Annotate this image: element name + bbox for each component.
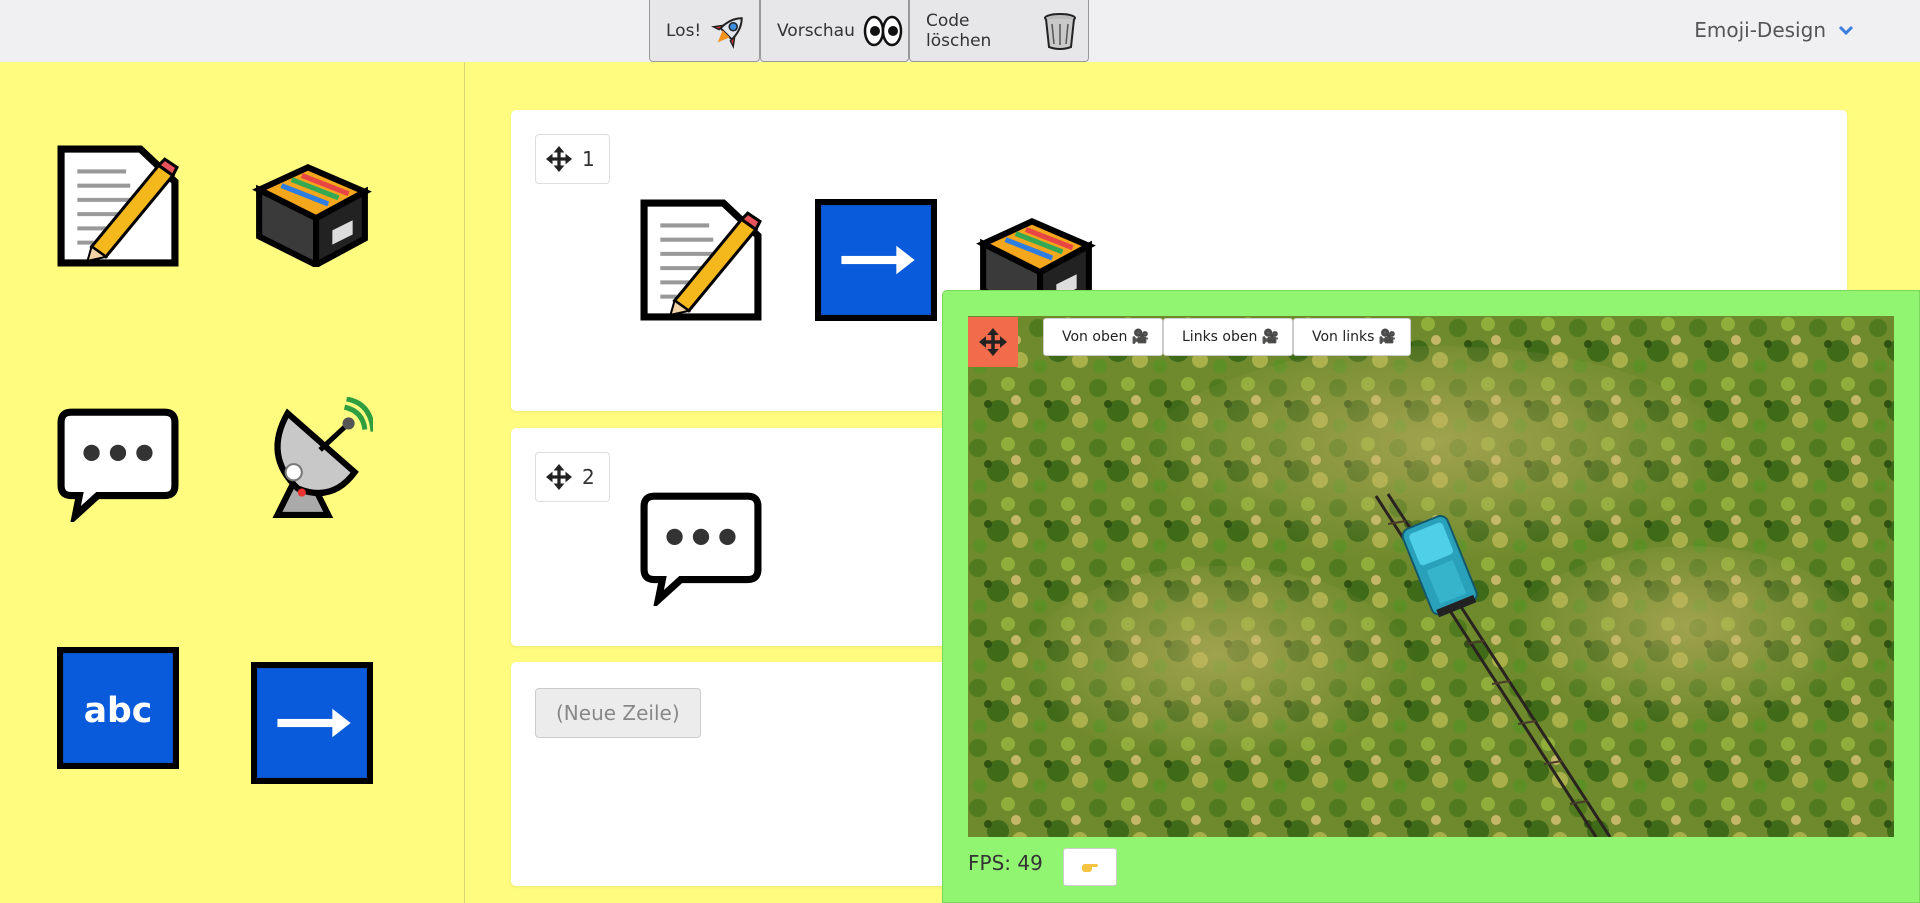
camera-top-left-button[interactable]: Links oben 🎥 xyxy=(1163,318,1293,356)
preview-label: Vorschau xyxy=(777,20,855,41)
design-dropdown[interactable]: Emoji-Design xyxy=(1694,18,1854,42)
satellite-antenna-icon[interactable] xyxy=(251,397,373,519)
clear-code-label: Code löschen xyxy=(926,10,992,51)
card-file-box-icon[interactable] xyxy=(251,145,373,267)
row-drag-handle[interactable]: 1 xyxy=(535,134,610,184)
run-button[interactable]: Los! xyxy=(649,0,760,62)
move-icon xyxy=(546,146,572,172)
move-icon xyxy=(979,328,1007,356)
memo-pencil-icon[interactable] xyxy=(640,199,762,321)
row-number: 1 xyxy=(582,147,595,171)
abc-input-icon[interactable] xyxy=(57,647,179,769)
fps-counter: FPS: 49 xyxy=(968,851,1043,875)
3d-scene-canvas[interactable] xyxy=(968,316,1894,837)
preview-panel: Von oben 🎥 Links oben 🎥 Von links 🎥 FPS:… xyxy=(942,290,1920,903)
preview-button[interactable]: Vorschau xyxy=(760,0,909,62)
pointer-hand-button[interactable] xyxy=(1063,848,1117,886)
right-arrow-icon[interactable] xyxy=(815,199,937,321)
camera-top-button[interactable]: Von oben 🎥 xyxy=(1043,318,1163,356)
chevron-down-icon xyxy=(1838,25,1854,35)
block-palette xyxy=(0,62,465,903)
panel-move-button[interactable] xyxy=(968,317,1018,367)
camera-left-button[interactable]: Von links 🎥 xyxy=(1293,318,1411,356)
clear-code-button[interactable]: Code löschen xyxy=(909,0,1089,62)
eyes-icon xyxy=(863,15,903,46)
run-label: Los! xyxy=(666,20,702,41)
move-icon xyxy=(546,464,572,490)
rocket-icon xyxy=(711,16,743,49)
speech-bubble-icon[interactable] xyxy=(57,400,179,522)
speech-bubble-icon[interactable] xyxy=(640,484,762,606)
row-number: 2 xyxy=(582,465,595,489)
pointing-hand-icon xyxy=(1082,864,1098,872)
new-row-button[interactable]: (Neue Zeile) xyxy=(535,688,701,738)
right-arrow-icon[interactable] xyxy=(251,662,373,784)
row-drag-handle[interactable]: 2 xyxy=(535,452,610,502)
top-toolbar: Los! Vorschau Code löschen Emoji-Design xyxy=(0,0,1920,62)
trash-icon xyxy=(1044,12,1076,50)
memo-pencil-icon[interactable] xyxy=(57,145,179,267)
design-label: Emoji-Design xyxy=(1694,18,1826,42)
